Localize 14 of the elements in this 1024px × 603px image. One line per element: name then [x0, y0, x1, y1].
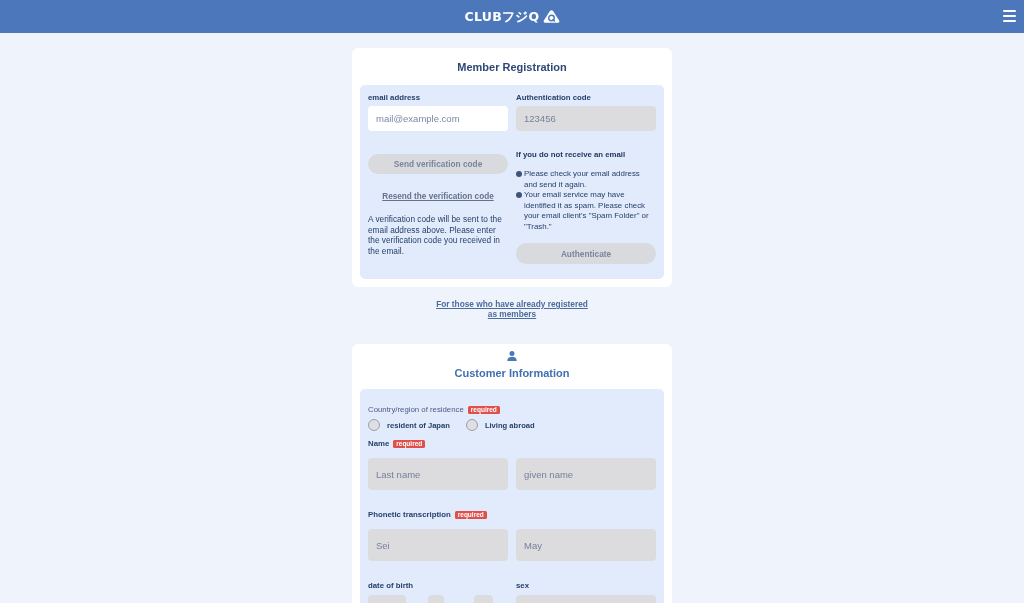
card-title: Customer Information [454, 366, 570, 381]
menu-icon[interactable] [1003, 10, 1016, 22]
logo-text: CLUBフジQ [464, 9, 540, 24]
registered-members-link[interactable]: For those who have already registered as members [432, 299, 592, 319]
bullet-icon [516, 192, 522, 198]
radio-button[interactable] [465, 419, 478, 431]
resend-link[interactable]: Resend the verification code [382, 191, 494, 202]
person-icon [507, 351, 517, 361]
triangle-logo-icon [542, 10, 560, 23]
card-title: Member Registration [457, 60, 567, 75]
radio-button[interactable] [368, 419, 380, 431]
verification-note: A verification code will be sent to the email address above. Please enter the verification code you received in the email. [368, 214, 503, 257]
email-field[interactable]: mail@example.com [368, 106, 508, 131]
bullet-icon [516, 171, 522, 177]
